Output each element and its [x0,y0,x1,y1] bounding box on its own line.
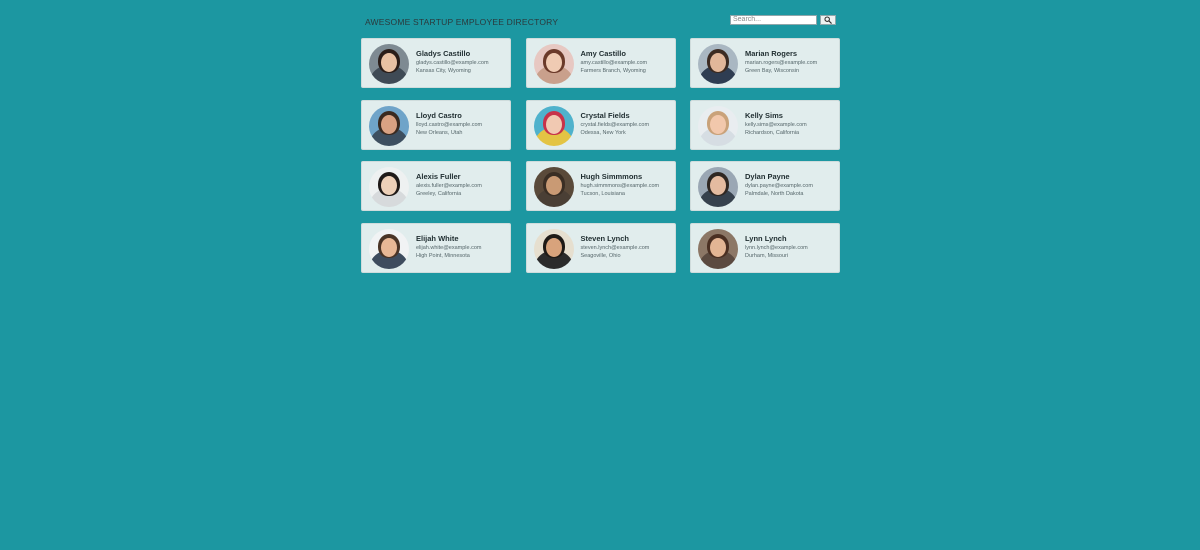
employee-location: Green Bay, Wisconsin [745,68,800,74]
employee-card[interactable]: Elijah White elijah.white@example.com High… [361,222,511,273]
avatar [533,105,574,146]
employee-email: marian.rogers@example.com [745,60,818,66]
avatar [369,105,409,146]
employee-info: Alexis Fuller alexis.fuller@example.com Gr… [416,172,507,198]
avatar [698,44,738,84]
avatar [369,167,409,207]
employee-name: Alexis Fuller [416,172,461,181]
employee-name: Hugh Simmmons [580,172,643,181]
employee-card[interactable]: Steven Lynch steven.lynch@example.com Seag… [525,222,676,273]
avatar [698,105,738,146]
employee-email: steven.lynch@example.com [580,244,650,251]
employee-name: Amy Castillo [580,49,626,58]
employee-name: Kelly Sims [745,110,783,120]
employee-location: New Orleans, Utah [416,129,463,136]
search-icon [824,16,832,24]
employee-email: lloyd.castro@example.com [416,121,483,128]
employee-info: Amy Castillo amy.castillo@example.com Farm… [581,49,672,75]
employee-info: Elijah White elijah.white@example.com High… [416,234,507,260]
employee-card[interactable]: Dylan Payne dylan.payne@example.com Palmda… [690,161,840,211]
employee-location: Odessa, New York [580,129,626,136]
search-form [730,15,836,25]
employee-card[interactable]: Gladys Castillo gladys.castillo@example.c… [361,38,511,88]
avatar [533,167,574,207]
employee-name: Crystal Fields [580,110,630,120]
employee-card[interactable]: Hugh Simmmons hugh.simmmons@example.com Tu… [525,161,676,211]
employee-name: Lloyd Castro [416,110,462,120]
employee-card[interactable]: Alexis Fuller alexis.fuller@example.com Gr… [361,161,511,211]
employee-location: Kansas City, Wyoming [416,68,471,74]
employee-card[interactable]: Marian Rogers marian.rogers@example.com Gr… [690,38,840,88]
employee-location: Richardson, California [745,129,800,136]
employee-email: gladys.castillo@example.com [416,60,489,66]
page-title: AWESOME STARTUP EMPLOYEE DIRECTORY [365,17,559,27]
employee-location: Greeley, California [416,191,462,197]
avatar [698,167,738,207]
employee-info: Lloyd Castro lloyd.castro@example.com New … [416,111,507,137]
search-input[interactable] [730,15,817,25]
avatar [369,228,409,269]
avatar [698,228,738,269]
avatar [369,44,409,84]
employee-email: amy.castillo@example.com [580,60,648,66]
employee-email: crystal.fields@example.com [580,121,650,128]
employee-location: Palmdale, North Dakota [745,191,804,197]
page-header: AWESOME STARTUP EMPLOYEE DIRECTORY [361,12,839,32]
employee-card[interactable]: Lynn Lynch lynn.lynch@example.com Durham, … [690,222,840,273]
employee-email: alexis.fuller@example.com [416,183,482,189]
employee-grid: Gladys Castillo gladys.castillo@example.c… [361,38,840,273]
employee-card[interactable]: Amy Castillo amy.castillo@example.com Farm… [525,38,676,88]
employee-name: Elijah White [416,233,459,243]
employee-location: Tucson, Louisiana [580,191,625,197]
employee-location: High Point, Minnesota [416,252,470,259]
employee-name: Gladys Castillo [416,49,471,58]
employee-info: Kelly Sims kelly.sims@example.com Richards… [745,111,836,137]
avatar [533,44,574,84]
employee-info: Gladys Castillo gladys.castillo@example.c… [416,49,507,75]
employee-name: Lynn Lynch [745,233,787,243]
employee-info: Dylan Payne dylan.payne@example.com Palmda… [745,172,836,198]
employee-email: kelly.sims@example.com [745,121,807,128]
employee-card[interactable]: Lloyd Castro lloyd.castro@example.com New … [361,99,511,150]
employee-name: Marian Rogers [745,49,798,58]
employee-email: elijah.white@example.com [416,244,482,251]
employee-email: lynn.lynch@example.com [745,244,808,251]
employee-info: Marian Rogers marian.rogers@example.com Gr… [745,49,836,75]
employee-info: Lynn Lynch lynn.lynch@example.com Durham, … [745,234,836,260]
employee-info: Steven Lynch steven.lynch@example.com Seag… [581,234,672,260]
employee-name: Dylan Payne [745,172,790,181]
employee-email: hugh.simmmons@example.com [580,183,660,189]
employee-location: Farmers Branch, Wyoming [580,68,646,74]
search-button[interactable] [820,15,836,25]
employee-card[interactable]: Kelly Sims kelly.sims@example.com Richards… [690,99,840,150]
employee-info: Crystal Fields crystal.fields@example.com… [581,111,672,137]
avatar [533,228,574,269]
employee-info: Hugh Simmmons hugh.simmmons@example.com Tu… [581,172,672,198]
employee-email: dylan.payne@example.com [745,183,813,189]
employee-location: Seagoville, Ohio [580,252,621,259]
employee-location: Durham, Missouri [745,252,789,259]
employee-card[interactable]: Crystal Fields crystal.fields@example.com… [525,99,676,150]
employee-name: Steven Lynch [580,233,630,243]
